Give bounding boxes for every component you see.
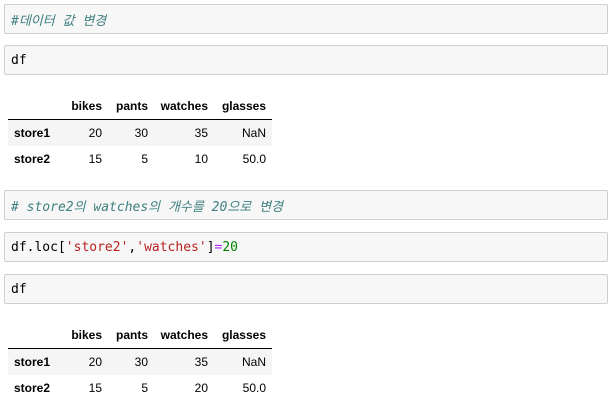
- table-cell: 30: [134, 126, 148, 140]
- table-row: store2 15 5 10 50.0: [8, 146, 272, 172]
- table-cell: 20: [88, 126, 102, 140]
- column-header: pants: [108, 322, 154, 349]
- column-header: glasses: [214, 322, 272, 349]
- table-cell: NaN: [241, 126, 266, 140]
- table-cell: 30: [134, 355, 148, 369]
- row-index: store2: [14, 381, 51, 395]
- table-cell: 35: [194, 355, 208, 369]
- code-string: 'watches': [136, 239, 207, 255]
- column-header: bikes: [60, 322, 108, 349]
- row-index: store1: [14, 355, 51, 369]
- column-header: glasses: [214, 93, 272, 120]
- table-cell: 15: [88, 152, 102, 166]
- table-header-row: bikes pants watches glasses: [8, 93, 272, 120]
- table-cell: 5: [141, 381, 148, 395]
- index-header: [8, 322, 60, 349]
- table-cell: 35: [194, 126, 208, 140]
- table-row: store1 20 30 35 NaN: [8, 348, 272, 375]
- code-cell-comment-1[interactable]: #데이터 값 변경: [4, 4, 608, 34]
- code-text: ]: [206, 239, 215, 255]
- table-cell: 50.0: [242, 381, 266, 395]
- code-comment: # store2의 watches의 개수를 20으로 변경: [11, 199, 283, 215]
- code-comment: #데이터 값 변경: [11, 13, 107, 29]
- table-header-row: bikes pants watches glasses: [8, 322, 272, 349]
- table-row: store2 15 5 20 50.0: [8, 375, 272, 401]
- table-cell: 15: [88, 381, 102, 395]
- index-header: [8, 93, 60, 120]
- code-cell-df-1[interactable]: df: [4, 45, 608, 75]
- code-operator: =: [214, 239, 223, 255]
- table-cell: 5: [141, 152, 148, 166]
- row-index: store2: [14, 152, 51, 166]
- table-cell: 50.0: [242, 152, 266, 166]
- table-cell: 20: [88, 355, 102, 369]
- code-text: ,: [128, 239, 137, 255]
- column-header: watches: [154, 93, 214, 120]
- code-cell-df-2[interactable]: df: [4, 274, 608, 304]
- code-text: df: [11, 281, 27, 297]
- table-cell: NaN: [241, 355, 266, 369]
- column-header: watches: [154, 322, 214, 349]
- dataframe-output-2: bikes pants watches glasses store1 20 30…: [8, 322, 272, 401]
- code-text: df: [11, 52, 27, 68]
- table-cell: 20: [194, 381, 208, 395]
- row-index: store1: [14, 126, 51, 140]
- code-text: df.loc[: [11, 239, 66, 255]
- code-string: 'store2': [65, 239, 129, 255]
- column-header: pants: [108, 93, 154, 120]
- code-cell-loc-assign[interactable]: df.loc['store2','watches'] = 20: [4, 232, 608, 262]
- table-row: store1 20 30 35 NaN: [8, 119, 272, 146]
- code-cell-comment-2[interactable]: # store2의 watches의 개수를 20으로 변경: [4, 190, 608, 220]
- dataframe-output-1: bikes pants watches glasses store1 20 30…: [8, 93, 272, 172]
- column-header: bikes: [60, 93, 108, 120]
- table-cell: 10: [194, 152, 208, 166]
- code-number: 20: [222, 239, 239, 255]
